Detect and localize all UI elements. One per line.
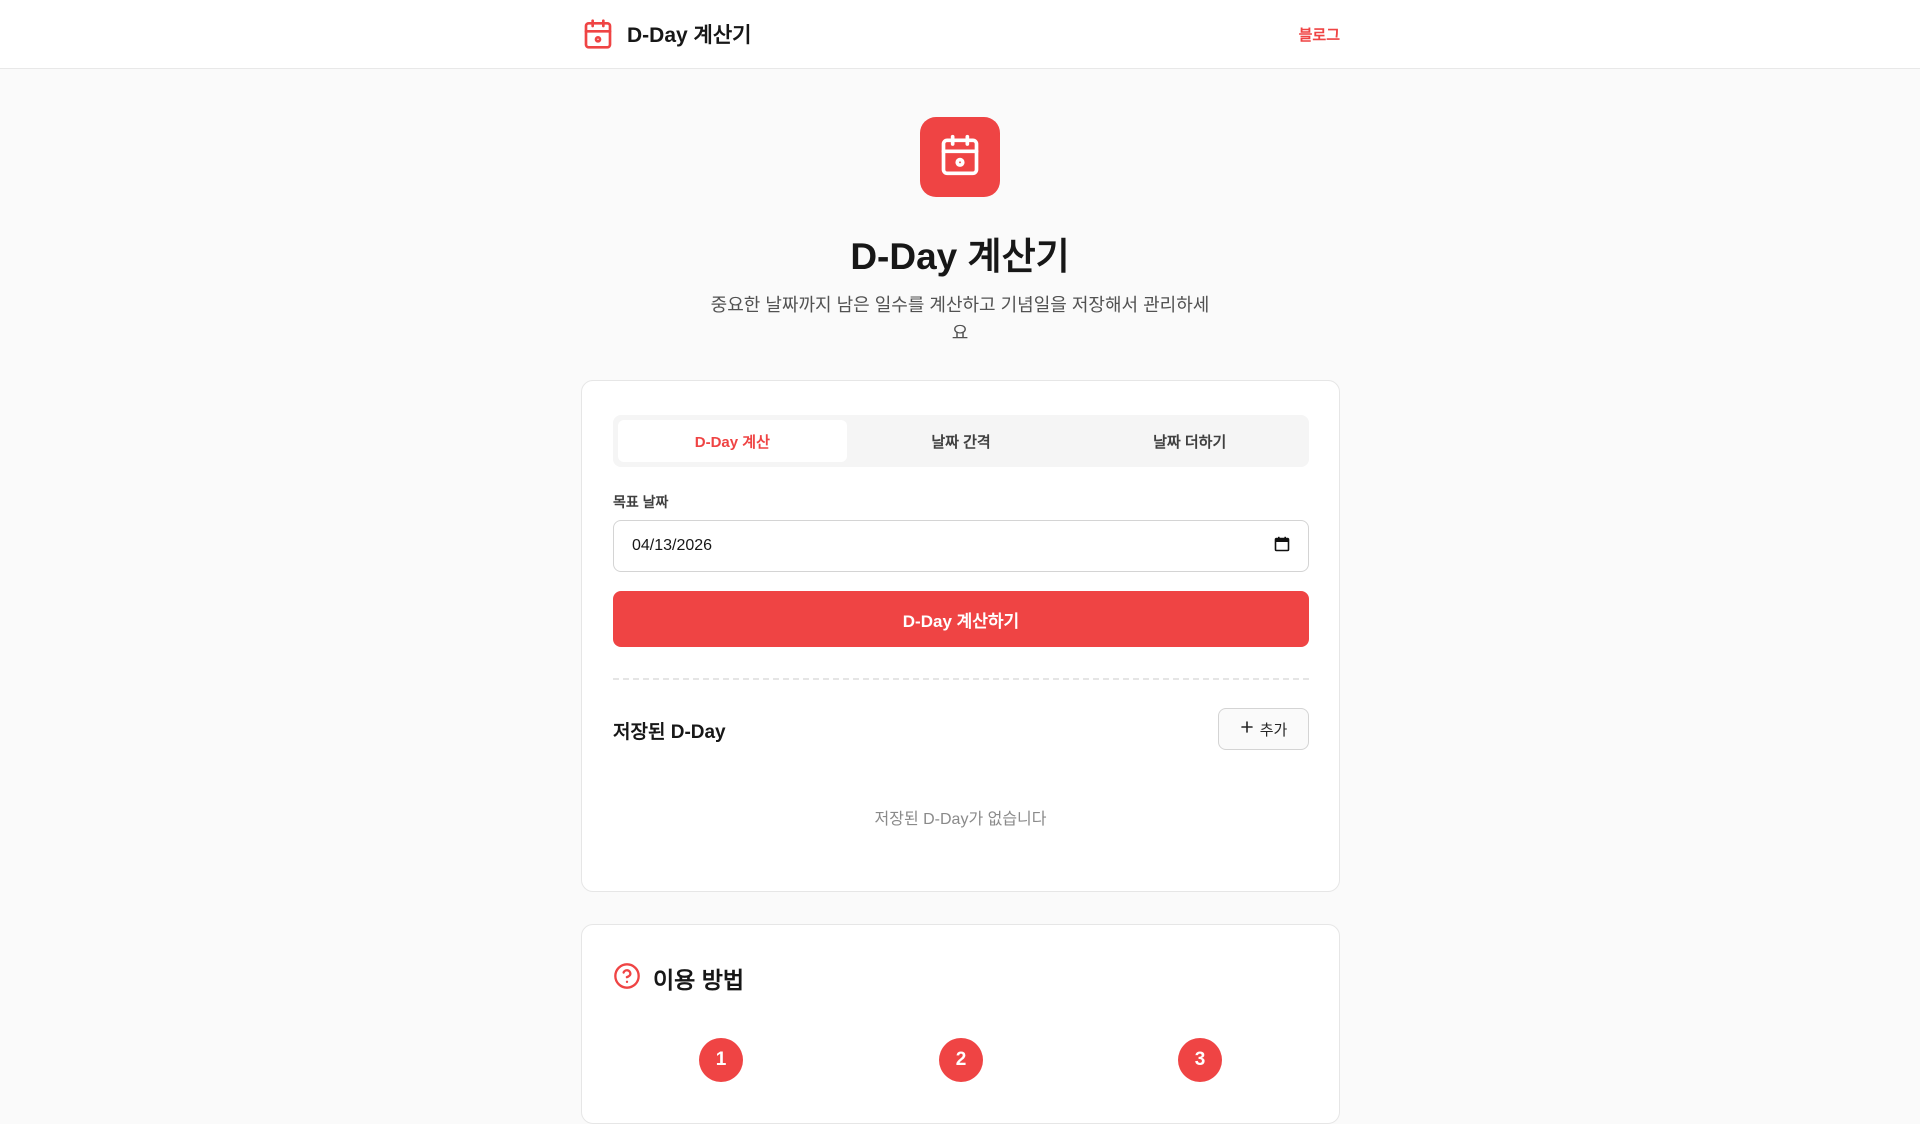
section-divider (613, 678, 1309, 680)
usage-guide-header: 이용 방법 (613, 961, 744, 995)
calendar-icon (938, 133, 982, 182)
target-date-input[interactable]: 04/13/2026 (613, 520, 1309, 572)
brand[interactable]: D-Day 계산기 (581, 17, 751, 51)
tab-dday[interactable]: D-Day 계산 (618, 420, 847, 462)
step-number-badge: 3 (1178, 1038, 1222, 1082)
brand-title: D-Day 계산기 (627, 24, 752, 47)
calculator-card: D-Day 계산 날짜 간격 날짜 더하기 목표 날짜 04/13/2026 D… (581, 380, 1340, 892)
step-number-badge: 1 (699, 1038, 743, 1082)
tab-date-add[interactable]: 날짜 더하기 (1075, 420, 1304, 462)
add-dday-button[interactable]: 추가 (1218, 708, 1309, 750)
blog-link[interactable]: 블로그 (1299, 24, 1340, 45)
calculate-dday-button[interactable]: D-Day 계산하기 (613, 591, 1309, 647)
top-navigation-bar: D-Day 계산기 블로그 (0, 0, 1920, 69)
help-circle-icon (613, 962, 641, 995)
usage-guide-title: 이용 방법 (653, 967, 745, 993)
calendar-icon[interactable] (1274, 536, 1290, 557)
top-navigation-inner: D-Day 계산기 블로그 (581, 0, 1340, 68)
add-dday-label: 추가 (1259, 721, 1288, 739)
step-number-badge: 2 (939, 1038, 983, 1082)
page-title: D-Day 계산기 (850, 236, 1070, 277)
saved-empty-message: 저장된 D-Day가 없습니다 (874, 811, 1047, 828)
saved-dday-title: 저장된 D-Day (613, 722, 726, 743)
plus-icon (1240, 720, 1254, 738)
mode-tabs: D-Day 계산 날짜 간격 날짜 더하기 (613, 415, 1309, 467)
tab-date-interval[interactable]: 날짜 간격 (847, 420, 1076, 462)
usage-guide-card: 이용 방법 1 2 3 (581, 924, 1340, 1124)
page-subtitle: 중요한 날짜까지 남은 일수를 계산하고 기념일을 저장해서 관리하세요 (710, 295, 1210, 343)
target-date-value: 04/13/2026 (632, 537, 713, 554)
target-date-label: 목표 날짜 (613, 494, 669, 510)
calendar-icon (581, 17, 615, 51)
hero-calendar-badge (920, 117, 1000, 197)
